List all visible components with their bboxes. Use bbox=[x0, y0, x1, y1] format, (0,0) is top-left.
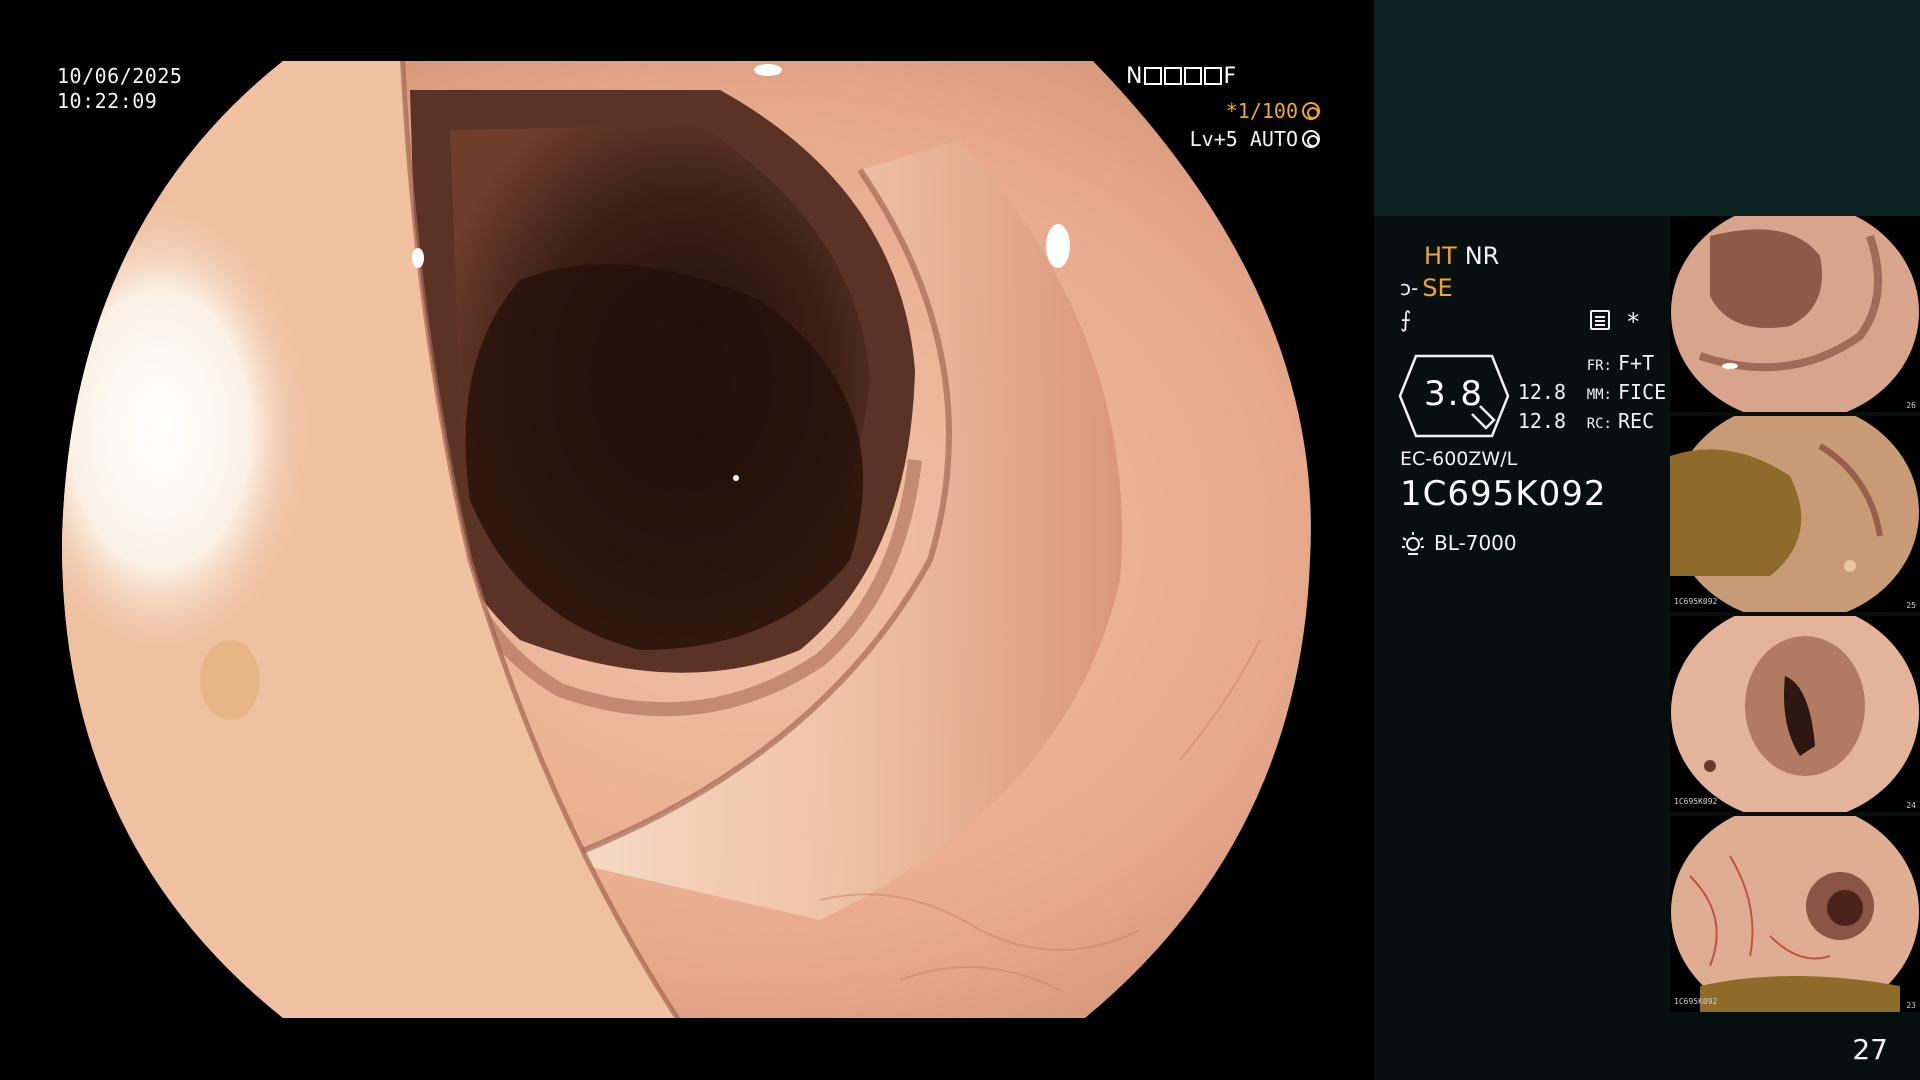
stats-row: FR: F+T bbox=[1516, 350, 1666, 379]
thumbnail-index: 24 bbox=[1906, 801, 1916, 810]
thumbnail-image[interactable]: 26 bbox=[1670, 216, 1920, 412]
capture-thumbnails: 26 1C695K092 25 1C695K092 24 1C695K092 2… bbox=[1670, 216, 1920, 1016]
thumbnail-picture bbox=[1671, 816, 1919, 1012]
se-label: SE bbox=[1422, 274, 1453, 302]
nr-label: NR bbox=[1464, 242, 1500, 270]
light-source: BL-7000 bbox=[1400, 530, 1517, 556]
shutter-speed: *1/100 bbox=[1226, 99, 1320, 123]
masked-character-box bbox=[1204, 67, 1223, 85]
scope-model: EC-600ZW/L bbox=[1400, 448, 1518, 470]
memory-icon bbox=[1590, 310, 1610, 330]
endoscopic-view: 10/06/2025 10:22:09 NF *1/100 Lv+5 AUTO bbox=[0, 0, 1372, 1080]
star-marker: * bbox=[1626, 308, 1641, 336]
thumbnail-index: 26 bbox=[1906, 401, 1916, 410]
endoscopy-screen: 10/06/2025 10:22:09 NF *1/100 Lv+5 AUTO … bbox=[0, 0, 1920, 1080]
scope-serial: 1C695K092 bbox=[1400, 474, 1607, 514]
exam-date: 10/06/2025 bbox=[57, 64, 183, 88]
zoom-indicator: 3.8 bbox=[1398, 352, 1510, 440]
stats-key: MM: bbox=[1586, 387, 1612, 403]
thumbnail-picture bbox=[1671, 616, 1919, 812]
patient-id-suffix: F bbox=[1223, 64, 1238, 89]
stats-value: F+T bbox=[1618, 351, 1655, 375]
stats-number: 12.8 bbox=[1517, 409, 1566, 433]
thumbnail-index: 23 bbox=[1906, 1001, 1916, 1010]
thumbnail-caption: 1C695K092 bbox=[1674, 997, 1718, 1006]
patient-id-prefix: N bbox=[1126, 64, 1144, 89]
thumbnail-picture bbox=[1670, 416, 1919, 612]
settings-column: HT NR ↄ‑ SE ⨍ * 3.8 FR: F+T 12.8 MM: FIC… bbox=[1374, 216, 1670, 1080]
panel-header-area bbox=[1374, 0, 1920, 216]
masked-character-box bbox=[1184, 67, 1203, 85]
thumbnail-image[interactable]: 1C695K092 25 bbox=[1670, 416, 1920, 612]
stats-row: 12.8 RC: REC bbox=[1516, 408, 1666, 437]
thumbnail-image[interactable]: 1C695K092 23 bbox=[1670, 816, 1920, 1012]
wave-icon: ⨍ bbox=[1400, 308, 1412, 333]
thumbnail-image[interactable]: 1C695K092 24 bbox=[1670, 616, 1920, 812]
brightness-level-value: Lv+5 AUTO bbox=[1189, 127, 1298, 151]
symbol-row: ⨍ * bbox=[1400, 308, 1660, 336]
enhancement-row: HT NR bbox=[1424, 242, 1499, 270]
ht-label: HT bbox=[1424, 242, 1457, 270]
scope-tip-icon: ↄ‑ bbox=[1400, 276, 1419, 300]
image-counter: 27 bbox=[1852, 1033, 1888, 1066]
iris-icon bbox=[1302, 130, 1320, 148]
light-source-name: BL-7000 bbox=[1434, 531, 1517, 555]
endoscopic-image bbox=[61, 61, 1311, 1018]
zoom-value: 3.8 bbox=[1423, 374, 1485, 414]
stats-key: RC: bbox=[1586, 416, 1612, 432]
patient-id: NF bbox=[1126, 64, 1237, 89]
stats-key: FR: bbox=[1586, 358, 1612, 374]
light-bulb-icon bbox=[1402, 532, 1424, 555]
shutter-icon bbox=[1302, 102, 1320, 120]
stats-number: 12.8 bbox=[1517, 380, 1566, 404]
structure-enhancement-row: ↄ‑ SE bbox=[1400, 274, 1453, 302]
shutter-speed-value: *1/100 bbox=[1225, 99, 1298, 123]
thumbnail-picture bbox=[1671, 216, 1919, 412]
stats-value: REC bbox=[1618, 409, 1655, 433]
stats-value: FICE bbox=[1618, 380, 1667, 404]
masked-character-box bbox=[1144, 67, 1163, 85]
thumbnail-caption: 1C695K092 bbox=[1674, 797, 1718, 806]
processing-stats: FR: F+T 12.8 MM: FICE 12.8 RC: REC bbox=[1516, 350, 1666, 437]
thumbnail-index: 25 bbox=[1906, 601, 1916, 610]
stats-row: 12.8 MM: FICE bbox=[1516, 379, 1666, 408]
masked-character-box bbox=[1164, 67, 1183, 85]
brightness-level: Lv+5 AUTO bbox=[1190, 127, 1320, 151]
exam-time: 10:22:09 bbox=[57, 89, 158, 113]
info-panel: HT NR ↄ‑ SE ⨍ * 3.8 FR: F+T 12.8 MM: FIC… bbox=[1374, 0, 1920, 1080]
thumbnail-caption: 1C695K092 bbox=[1674, 597, 1718, 606]
